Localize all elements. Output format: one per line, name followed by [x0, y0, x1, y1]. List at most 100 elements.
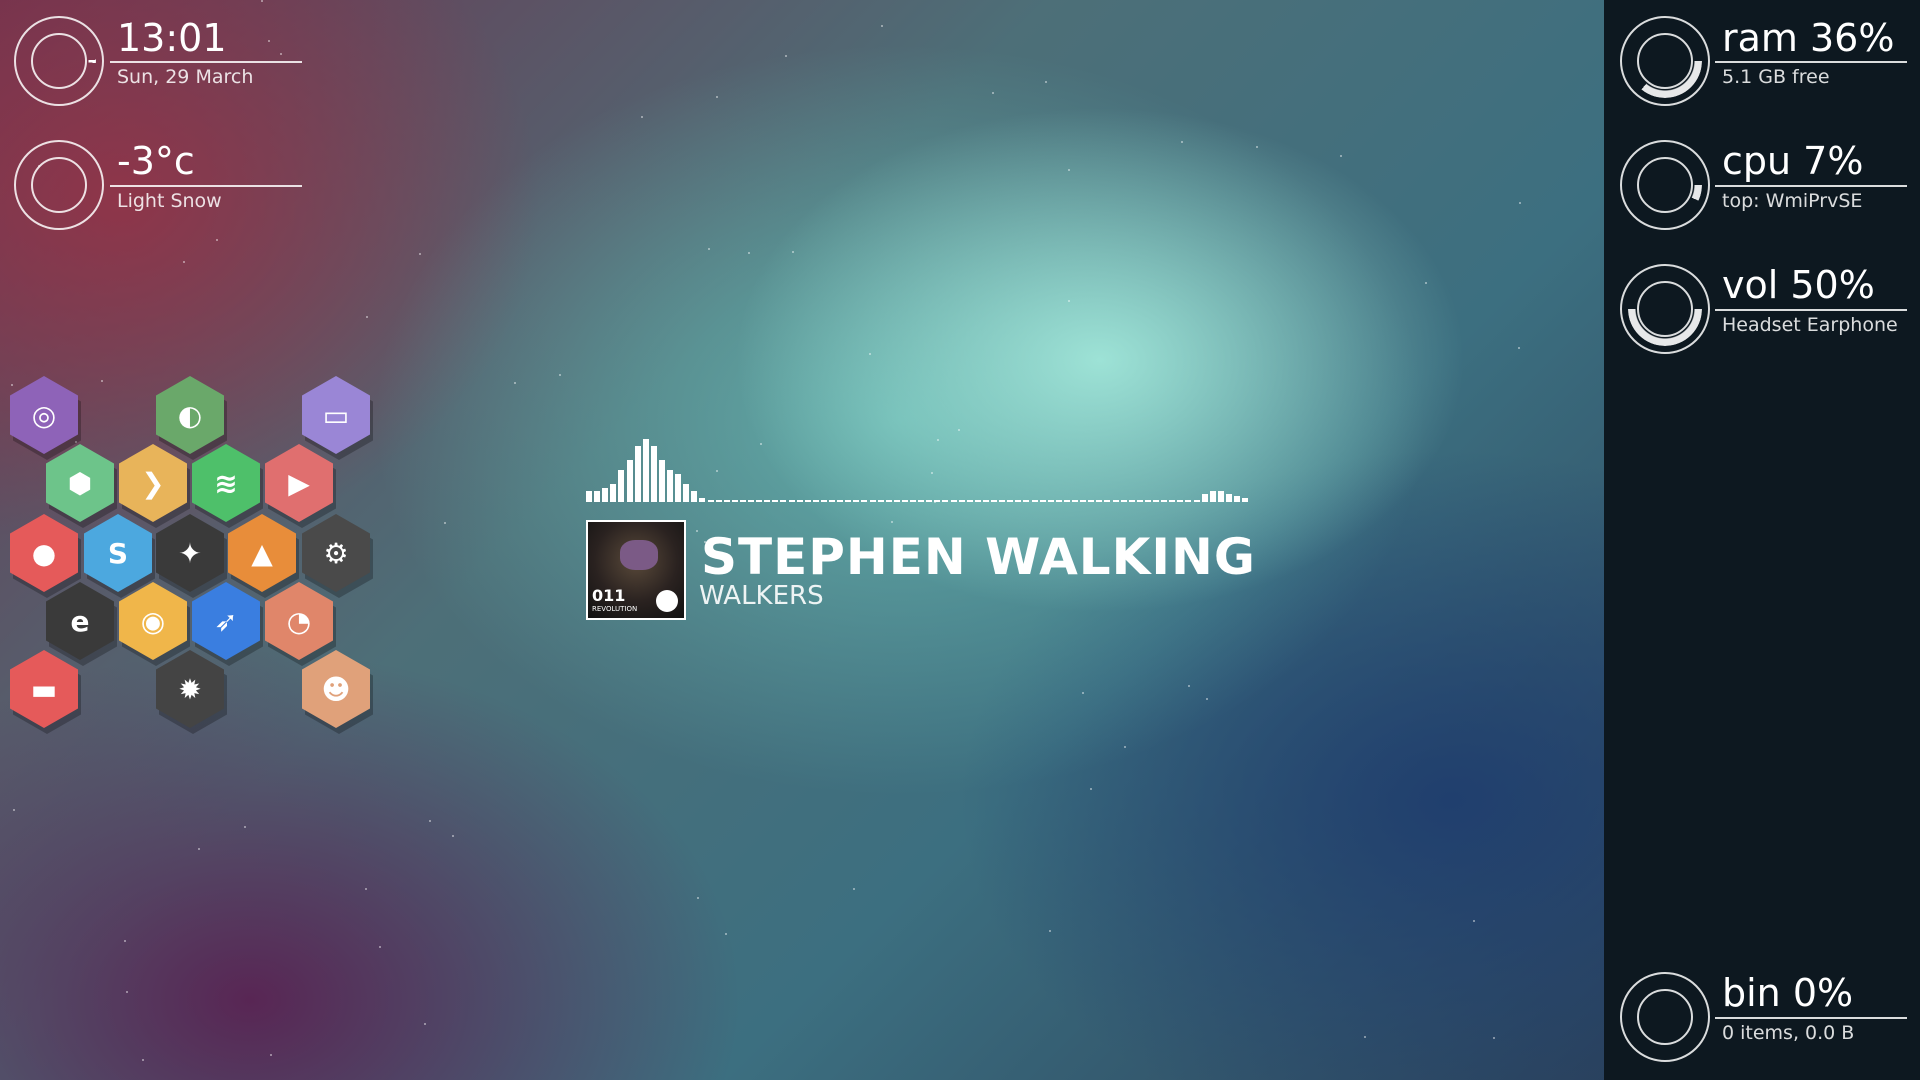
visualizer-bar: [983, 500, 989, 502]
visualizer-bar: [602, 488, 608, 502]
vol-ring[interactable]: [1620, 264, 1710, 354]
visualizer-bar: [716, 500, 722, 502]
visualizer-bar: [1177, 500, 1183, 502]
visualizer-bar: [586, 491, 592, 502]
visualizer-bar: [902, 500, 908, 502]
visualizer-bar: [1129, 500, 1135, 502]
visualizer-bar: [1007, 500, 1013, 502]
visualizer-bar: [675, 474, 681, 502]
visualizer-bar: [1113, 500, 1119, 502]
visualizer-bar: [764, 500, 770, 502]
weather-condition: Light Snow: [117, 190, 222, 212]
visualizer-bar: [1234, 496, 1240, 502]
visualizer-bar: [1072, 500, 1078, 502]
visualizer-bar: [618, 470, 624, 502]
visualizer-bar: [740, 500, 746, 502]
visualizer-bar: [667, 470, 673, 502]
visualizer-bar: [610, 484, 616, 502]
album-art-figure: [620, 540, 658, 570]
clock-date: Sun, 29 March: [117, 66, 254, 88]
album-label: REVOLUTION: [592, 605, 638, 613]
ram-divider: [1715, 61, 1907, 63]
weather-temp: -3°c: [117, 139, 195, 183]
visualizer-bar: [926, 500, 932, 502]
visualizer-bar: [1048, 500, 1054, 502]
visualizer-bar: [1169, 500, 1175, 502]
visualizer-bar: [999, 500, 1005, 502]
visualizer-bar: [1145, 500, 1151, 502]
cpu-label: cpu 7%: [1722, 139, 1864, 183]
visualizer-bar: [643, 439, 649, 502]
track-title: STEPHEN WALKING: [701, 528, 1256, 586]
visualizer-bar: [1153, 500, 1159, 502]
weather-divider: [110, 185, 302, 187]
visualizer-bar: [910, 500, 916, 502]
clock-divider: [110, 61, 302, 63]
visualizer-bar: [708, 500, 714, 502]
visualizer-bar: [772, 500, 778, 502]
bin-ring[interactable]: [1620, 972, 1710, 1062]
visualizer-bar: [837, 500, 843, 502]
visualizer-bar: [748, 500, 754, 502]
cpu-divider: [1715, 185, 1907, 187]
visualizer-bar: [797, 500, 803, 502]
vol-label: vol 50%: [1722, 263, 1875, 307]
vol-ring-fill: [1628, 272, 1702, 346]
visualizer-bar: [1064, 500, 1070, 502]
visualizer-bar: [732, 500, 738, 502]
visualizer-bar: [756, 500, 762, 502]
visualizer-bar: [1242, 498, 1248, 502]
clock-ring-fill: [20, 22, 98, 100]
bin-divider: [1715, 1017, 1907, 1019]
album-number: 011: [592, 586, 626, 605]
clock-time: 13:01: [117, 16, 227, 60]
visualizer-bar: [1161, 500, 1167, 502]
visualizer-bar: [975, 500, 981, 502]
visualizer-bar: [870, 500, 876, 502]
track-artist: WALKERS: [699, 581, 824, 611]
ram-label: ram 36%: [1722, 16, 1895, 60]
visualizer-bar: [635, 446, 641, 502]
visualizer-bar: [1056, 500, 1062, 502]
visualizer-bar: [724, 500, 730, 502]
bin-detail: 0 items, 0.0 B: [1722, 1022, 1855, 1044]
visualizer-bar: [1040, 500, 1046, 502]
album-art[interactable]: 011 REVOLUTION: [586, 520, 686, 620]
visualizer-bar: [1032, 500, 1038, 502]
visualizer-bar: [878, 500, 884, 502]
visualizer-bar: [934, 500, 940, 502]
cpu-ring: [1620, 140, 1710, 230]
bin-ring-fill: [1628, 980, 1702, 1054]
visualizer-bar: [805, 500, 811, 502]
visualizer-bar: [1121, 500, 1127, 502]
clock-ring: [14, 16, 104, 106]
visualizer-bar: [1015, 500, 1021, 502]
visualizer-bar: [829, 500, 835, 502]
visualizer-bar: [594, 491, 600, 502]
visualizer-bar: [683, 484, 689, 502]
visualizer-bar: [1088, 500, 1094, 502]
visualizer-bar: [1194, 500, 1200, 502]
visualizer-bar: [886, 500, 892, 502]
visualizer-bar: [1023, 500, 1029, 502]
visualizer-bar: [991, 500, 997, 502]
bin-label: bin 0%: [1722, 971, 1854, 1015]
weather-ring: [14, 140, 104, 230]
visualizer-bar: [861, 500, 867, 502]
visualizer-bar: [651, 446, 657, 502]
cpu-detail: top: WmiPrvSE: [1722, 190, 1863, 212]
visualizer-bar: [967, 500, 973, 502]
visualizer-bar: [627, 460, 633, 502]
visualizer-bar: [821, 500, 827, 502]
visualizer-bar: [845, 500, 851, 502]
vol-divider: [1715, 309, 1907, 311]
visualizer-bar: [1202, 494, 1208, 502]
visualizer-bar: [789, 500, 795, 502]
visualizer-bar: [1210, 491, 1216, 502]
ram-detail: 5.1 GB free: [1722, 66, 1830, 88]
visualizer-bar: [959, 500, 965, 502]
visualizer-bar: [1218, 491, 1224, 502]
visualizer-bar: [1226, 494, 1232, 502]
visualizer-bar: [1096, 500, 1102, 502]
visualizer-bar: [918, 500, 924, 502]
